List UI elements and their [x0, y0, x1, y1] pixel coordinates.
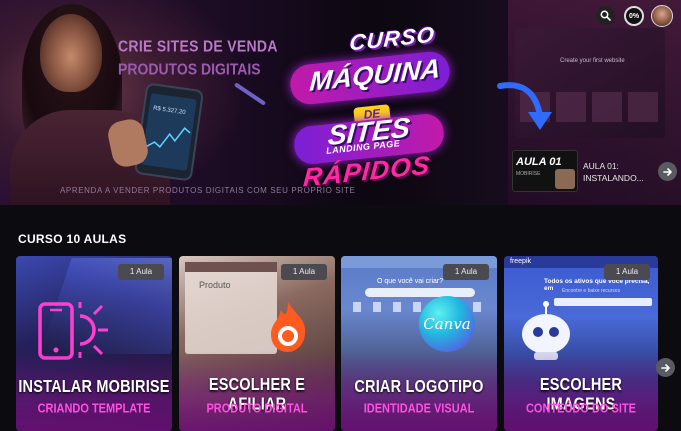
section-title: CURSO 10 AULAS	[18, 232, 127, 246]
card-subtitle: CRIANDO TEMPLATE	[37, 402, 151, 416]
canva-question: O que você vai criar?	[377, 278, 444, 285]
arrow-right-icon	[662, 167, 672, 176]
phone-value: R$ 5.327,20	[152, 105, 186, 117]
person-face	[40, 14, 102, 92]
course-logo: CURSO MÁQUINA DE SITES LANDING PAGE RÁPI…	[270, 14, 470, 194]
hotmart-product-label: Produto	[199, 280, 231, 290]
episode-thumb-title: AULA 01	[516, 156, 562, 168]
lesson-count-badge: 1 Aula	[443, 264, 489, 280]
episode-thumb-face	[555, 169, 575, 189]
course-card-3[interactable]: O que você vai criar? Canva 1 Aula CRIAR…	[341, 256, 497, 431]
card-subtitle: CONTEÚDO DO SITE	[525, 402, 636, 416]
card-subtitle: IDENTIDADE VISUAL	[363, 402, 475, 416]
lesson-count-badge: 1 Aula	[118, 264, 164, 280]
card-title: CRIAR LOGOTIPO	[354, 377, 484, 397]
curved-arrow-icon	[497, 82, 552, 130]
hotmart-flame-icon	[271, 302, 306, 352]
promo-line-1: CRIE SITES DE VENDA	[118, 36, 278, 56]
course-card-1[interactable]: 1 Aula INSTALAR MOBIRISE CRIANDO TEMPLAT…	[16, 256, 172, 431]
promo-line-2: PRODUTOS DIGITAIS	[118, 59, 261, 79]
user-avatar[interactable]	[651, 5, 673, 27]
canva-logo: Canva	[419, 296, 475, 352]
freepik-subheading: Encontre e baixe recursos	[562, 288, 621, 294]
lesson-count-badge: 1 Aula	[604, 264, 650, 280]
website-preview-text: Create your first website	[560, 58, 625, 64]
hero-banner[interactable]: R$ 5.327,20 CRIE SITES DE VENDA PRODUTOS…	[0, 0, 681, 205]
progress-indicator[interactable]: 0%	[624, 6, 644, 26]
course-card-2[interactable]: Produto 1 Aula ESCOLHER E AFILIAR PRODUT…	[179, 256, 335, 431]
hotmart-header-bar	[185, 262, 277, 272]
hero-next-button[interactable]	[658, 162, 677, 181]
card-subtitle: PRODUTO DIGITAL	[206, 402, 308, 416]
freepik-logo: freepik	[510, 258, 532, 265]
hotmart-screen	[185, 262, 277, 354]
episode-thumb-sub: MOBIRISE	[516, 171, 541, 177]
episode-thumbnail[interactable]: AULA 01 MOBIRISE	[512, 150, 578, 192]
episode-title[interactable]: AULA 01: INSTALANDO...	[583, 160, 653, 184]
logo-curso: CURSO	[348, 21, 436, 56]
course-card-4[interactable]: freepik Todos os ativos que você precisa…	[504, 256, 658, 431]
arrow-right-icon	[660, 363, 670, 372]
carousel-next-button[interactable]	[656, 358, 675, 377]
card-title: INSTALAR MOBIRISE	[18, 377, 170, 397]
lesson-count-badge: 1 Aula	[281, 264, 327, 280]
search-button[interactable]	[596, 6, 615, 25]
search-icon	[600, 10, 611, 21]
canva-search-bar	[365, 288, 475, 297]
